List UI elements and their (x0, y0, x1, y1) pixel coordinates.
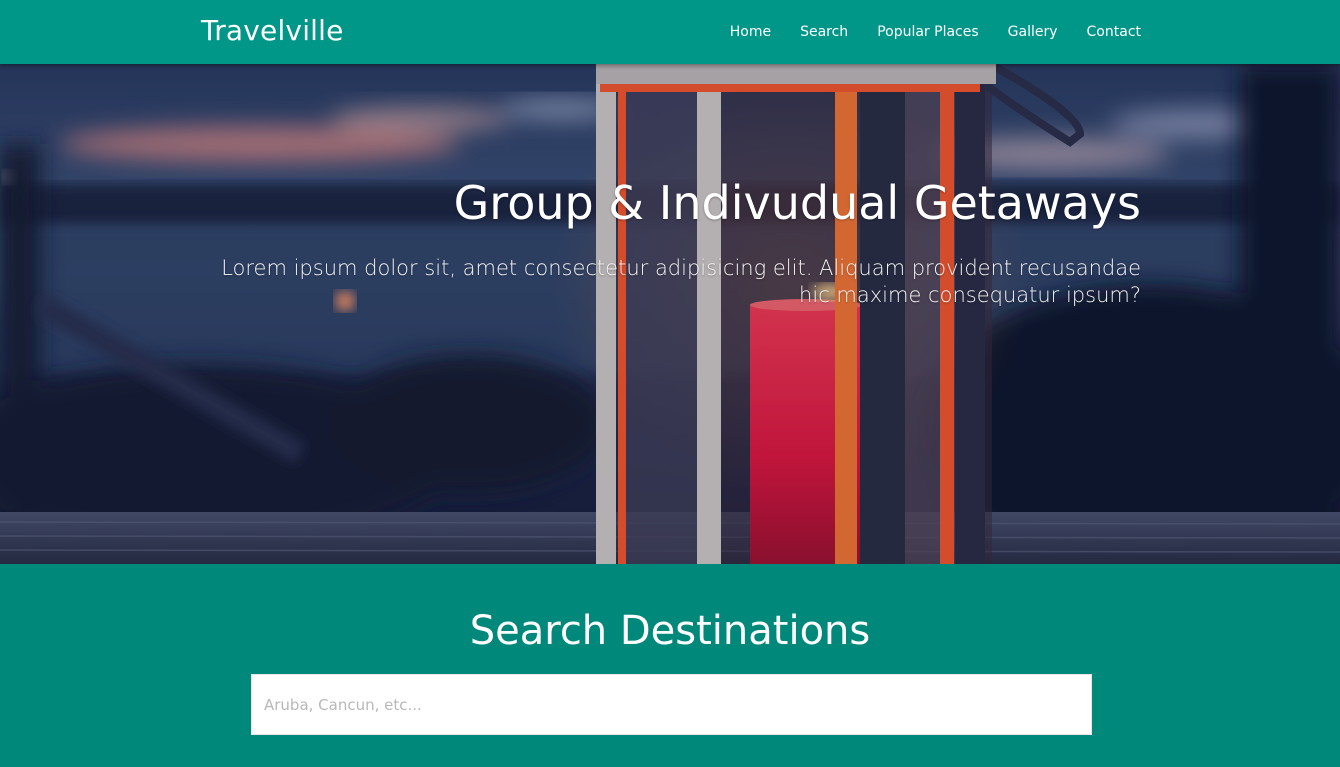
search-destinations-input[interactable] (251, 674, 1092, 735)
hero-section: Group & Indivudual Getaways Lorem ipsum … (0, 64, 1340, 564)
hero-background-image (0, 64, 1340, 564)
nav-item-home: Home (701, 0, 771, 64)
nav-link-contact[interactable]: Contact (1087, 0, 1141, 64)
nav-link-gallery[interactable]: Gallery (1008, 0, 1058, 64)
hero-subtitle: Lorem ipsum dolor sit, amet consectetur … (221, 256, 1141, 307)
nav-item-search: Search (771, 0, 848, 64)
search-section: Search Destinations (0, 564, 1340, 767)
nav-link-home[interactable]: Home (730, 0, 771, 64)
navbar: Travelville Home Search Popular Places G… (0, 0, 1340, 64)
nav-item-contact: Contact (1058, 0, 1141, 64)
hero-title: Group & Indivudual Getaways (453, 176, 1141, 230)
nav-menu: Home Search Popular Places Gallery Conta… (701, 0, 1141, 64)
nav-link-popular-places[interactable]: Popular Places (877, 0, 978, 64)
nav-item-popular-places: Popular Places (848, 0, 978, 64)
nav-link-search[interactable]: Search (800, 0, 848, 64)
brand-logo[interactable]: Travelville (201, 14, 344, 47)
nav-item-gallery: Gallery (979, 0, 1058, 64)
search-title: Search Destinations (469, 608, 871, 654)
